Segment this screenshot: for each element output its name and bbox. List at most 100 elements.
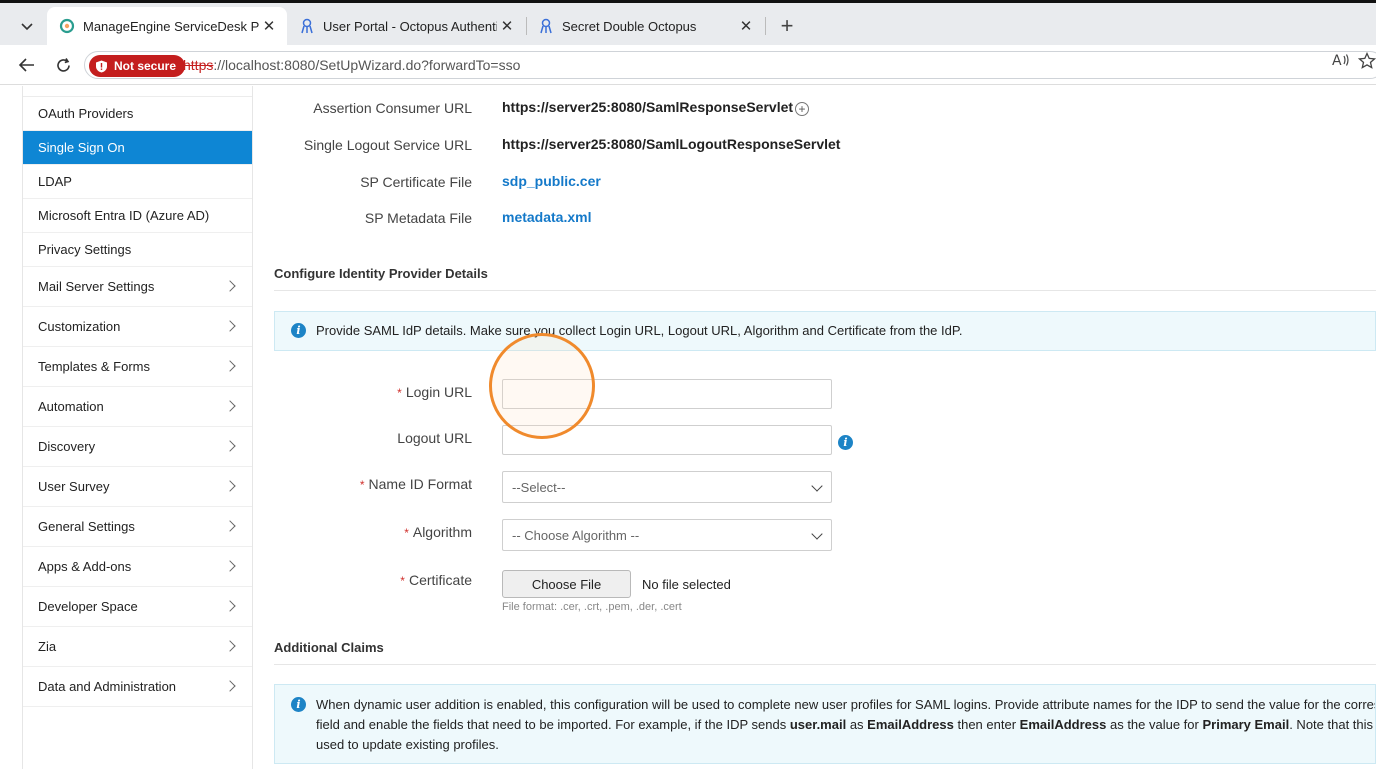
browser-tab-strip: ManageEngine ServiceDesk Plus ✕ User Por… bbox=[0, 0, 1376, 45]
sidebar-item-label: Automation bbox=[38, 399, 104, 414]
sidebar-item-developer-space[interactable]: Developer Space bbox=[23, 587, 252, 627]
algorithm-label-text: Algorithm bbox=[412, 524, 472, 540]
sidebar-item-general-settings[interactable]: General Settings bbox=[23, 507, 252, 547]
chevron-down-icon bbox=[21, 23, 33, 31]
sidebar-item-label: Microsoft Entra ID (Azure AD) bbox=[38, 208, 210, 223]
sidebar-item-label: LDAP bbox=[38, 174, 72, 189]
claims-text: field and enable the fields that need to… bbox=[316, 717, 790, 732]
claims-text: as bbox=[846, 717, 868, 732]
chevron-right-icon bbox=[224, 599, 236, 612]
logout-url-input[interactable] bbox=[502, 425, 832, 455]
slo-url-label: Single Logout Service URL bbox=[303, 137, 472, 153]
chevron-right-icon bbox=[224, 679, 236, 692]
sidebar-item-privacy-settings[interactable]: Privacy Settings bbox=[23, 233, 252, 267]
close-tab-icon[interactable]: ✕ bbox=[259, 17, 279, 35]
tab-list-button[interactable] bbox=[12, 12, 42, 40]
name-id-format-label-text: Name ID Format bbox=[368, 476, 472, 492]
login-url-label-text: Login URL bbox=[405, 384, 472, 400]
claims-info-line-3: used to update existing profiles. bbox=[316, 737, 499, 752]
sidebar-item-single-sign-on[interactable]: Single Sign On bbox=[23, 131, 252, 165]
sidebar-item-user-survey[interactable]: User Survey bbox=[23, 467, 252, 507]
sidebar-item-entra-id[interactable]: Microsoft Entra ID (Azure AD) bbox=[23, 199, 252, 233]
info-icon: i bbox=[291, 697, 306, 712]
info-icon[interactable]: i bbox=[838, 435, 853, 450]
servicedesk-favicon-icon bbox=[59, 18, 75, 34]
slo-url-value: https://server25:8080/SamlLogoutResponse… bbox=[502, 136, 841, 152]
favorite-star-icon[interactable] bbox=[1357, 51, 1376, 73]
claims-text: then enter bbox=[953, 717, 1020, 732]
close-tab-icon[interactable]: ✕ bbox=[497, 17, 517, 35]
back-button[interactable] bbox=[14, 53, 40, 77]
sidebar-item-label: User Survey bbox=[38, 479, 110, 494]
sp-cert-row: SP Certificate File sdp_public.cer bbox=[254, 170, 1376, 194]
reload-button[interactable] bbox=[50, 53, 76, 77]
sidebar-item-label: Mail Server Settings bbox=[38, 279, 155, 294]
sp-metadata-link[interactable]: metadata.xml bbox=[502, 209, 591, 225]
claims-info-line-2: field and enable the fields that need to… bbox=[316, 715, 1375, 735]
chevron-right-icon bbox=[224, 559, 236, 572]
sidebar-item-templates-forms[interactable]: Templates & Forms bbox=[23, 347, 252, 387]
add-circle-icon[interactable]: + bbox=[795, 102, 809, 116]
info-icon: i bbox=[291, 323, 306, 338]
sp-metadata-label: SP Metadata File bbox=[364, 210, 472, 226]
chevron-right-icon bbox=[224, 519, 236, 532]
sidebar-item-label: General Settings bbox=[38, 519, 135, 534]
sidebar-item-label: Customization bbox=[38, 319, 121, 334]
sidebar-item-automation[interactable]: Automation bbox=[23, 387, 252, 427]
tab-title: ManageEngine ServiceDesk Plus bbox=[83, 18, 259, 34]
sidebar-item-data-administration[interactable]: Data and Administration bbox=[23, 667, 252, 707]
claims-example-name: EmailAddress bbox=[1019, 717, 1107, 732]
svg-text:A: A bbox=[1332, 53, 1342, 68]
sidebar-item-discovery[interactable]: Discovery bbox=[23, 427, 252, 467]
sidebar-item-zia[interactable]: Zia bbox=[23, 627, 252, 667]
url-text: https://localhost:8080/SetUpWizard.do?fo… bbox=[183, 57, 520, 73]
logout-url-label: Logout URL bbox=[397, 430, 472, 446]
chevron-right-icon bbox=[224, 279, 236, 292]
section-divider bbox=[274, 290, 1376, 291]
algorithm-select[interactable]: -- Choose Algorithm -- bbox=[502, 519, 832, 551]
acs-url-value: https://server25:8080/SamlResponseServle… bbox=[502, 99, 794, 115]
settings-sidebar: OAuth Providers Single Sign On LDAP Micr… bbox=[22, 86, 253, 769]
tab-user-portal[interactable]: User Portal - Octopus Authenticator ✕ bbox=[287, 7, 525, 45]
choose-file-button[interactable]: Choose File bbox=[502, 570, 631, 598]
close-tab-icon[interactable]: ✕ bbox=[736, 17, 756, 35]
claims-info-box: i When dynamic user addition is enabled,… bbox=[274, 684, 1376, 764]
sidebar-item-ldap[interactable]: LDAP bbox=[23, 165, 252, 199]
sidebar-item-label: Templates & Forms bbox=[38, 359, 150, 374]
algorithm-label: * Algorithm bbox=[404, 524, 472, 540]
slo-url-row: Single Logout Service URL https://server… bbox=[254, 133, 1376, 157]
chevron-right-icon bbox=[224, 439, 236, 452]
sidebar-item-apps-addons[interactable]: Apps & Add-ons bbox=[23, 547, 252, 587]
back-arrow-icon bbox=[18, 58, 34, 72]
name-id-format-value: --Select-- bbox=[512, 480, 566, 495]
sidebar-item-label: Privacy Settings bbox=[38, 242, 132, 257]
url-omnibox[interactable]: Not secure https://localhost:8080/SetUpW… bbox=[84, 51, 1376, 79]
chevron-down-icon bbox=[811, 480, 823, 492]
certificate-row: * Certificate bbox=[254, 568, 1376, 592]
not-secure-label: Not secure bbox=[114, 59, 177, 73]
login-url-input[interactable] bbox=[502, 379, 832, 409]
chevron-right-icon bbox=[224, 359, 236, 372]
name-id-format-select[interactable]: --Select-- bbox=[502, 471, 832, 503]
not-secure-badge[interactable]: Not secure bbox=[89, 55, 186, 77]
sp-metadata-row: SP Metadata File metadata.xml bbox=[254, 206, 1376, 230]
sidebar-item-oauth-providers[interactable]: OAuth Providers bbox=[23, 97, 252, 131]
reload-icon bbox=[56, 57, 70, 72]
octopus-favicon-icon bbox=[538, 18, 554, 34]
tab-servicedesk[interactable]: ManageEngine ServiceDesk Plus ✕ bbox=[47, 7, 287, 45]
tab-secret-double-octopus[interactable]: Secret Double Octopus ✕ bbox=[526, 7, 764, 45]
sp-cert-link[interactable]: sdp_public.cer bbox=[502, 173, 601, 189]
sidebar-item-label: Data and Administration bbox=[38, 679, 177, 694]
algorithm-value: -- Choose Algorithm -- bbox=[512, 528, 640, 543]
sso-config-main: Assertion Consumer URL https://server25:… bbox=[254, 86, 1376, 769]
login-url-label: * Login URL bbox=[397, 384, 472, 400]
sidebar-item-customization[interactable]: Customization bbox=[23, 307, 252, 347]
new-tab-button[interactable]: + bbox=[773, 12, 801, 40]
claims-example-attribute: user.mail bbox=[789, 717, 847, 732]
sidebar-item-mail-server-settings[interactable]: Mail Server Settings bbox=[23, 267, 252, 307]
acs-url-label: Assertion Consumer URL bbox=[313, 100, 472, 116]
claims-info-line-1: When dynamic user addition is enabled, t… bbox=[316, 697, 1375, 712]
tab-separator bbox=[765, 17, 766, 35]
read-aloud-icon[interactable]: A bbox=[1332, 52, 1350, 71]
sidebar-item-label: Apps & Add-ons bbox=[38, 559, 132, 574]
